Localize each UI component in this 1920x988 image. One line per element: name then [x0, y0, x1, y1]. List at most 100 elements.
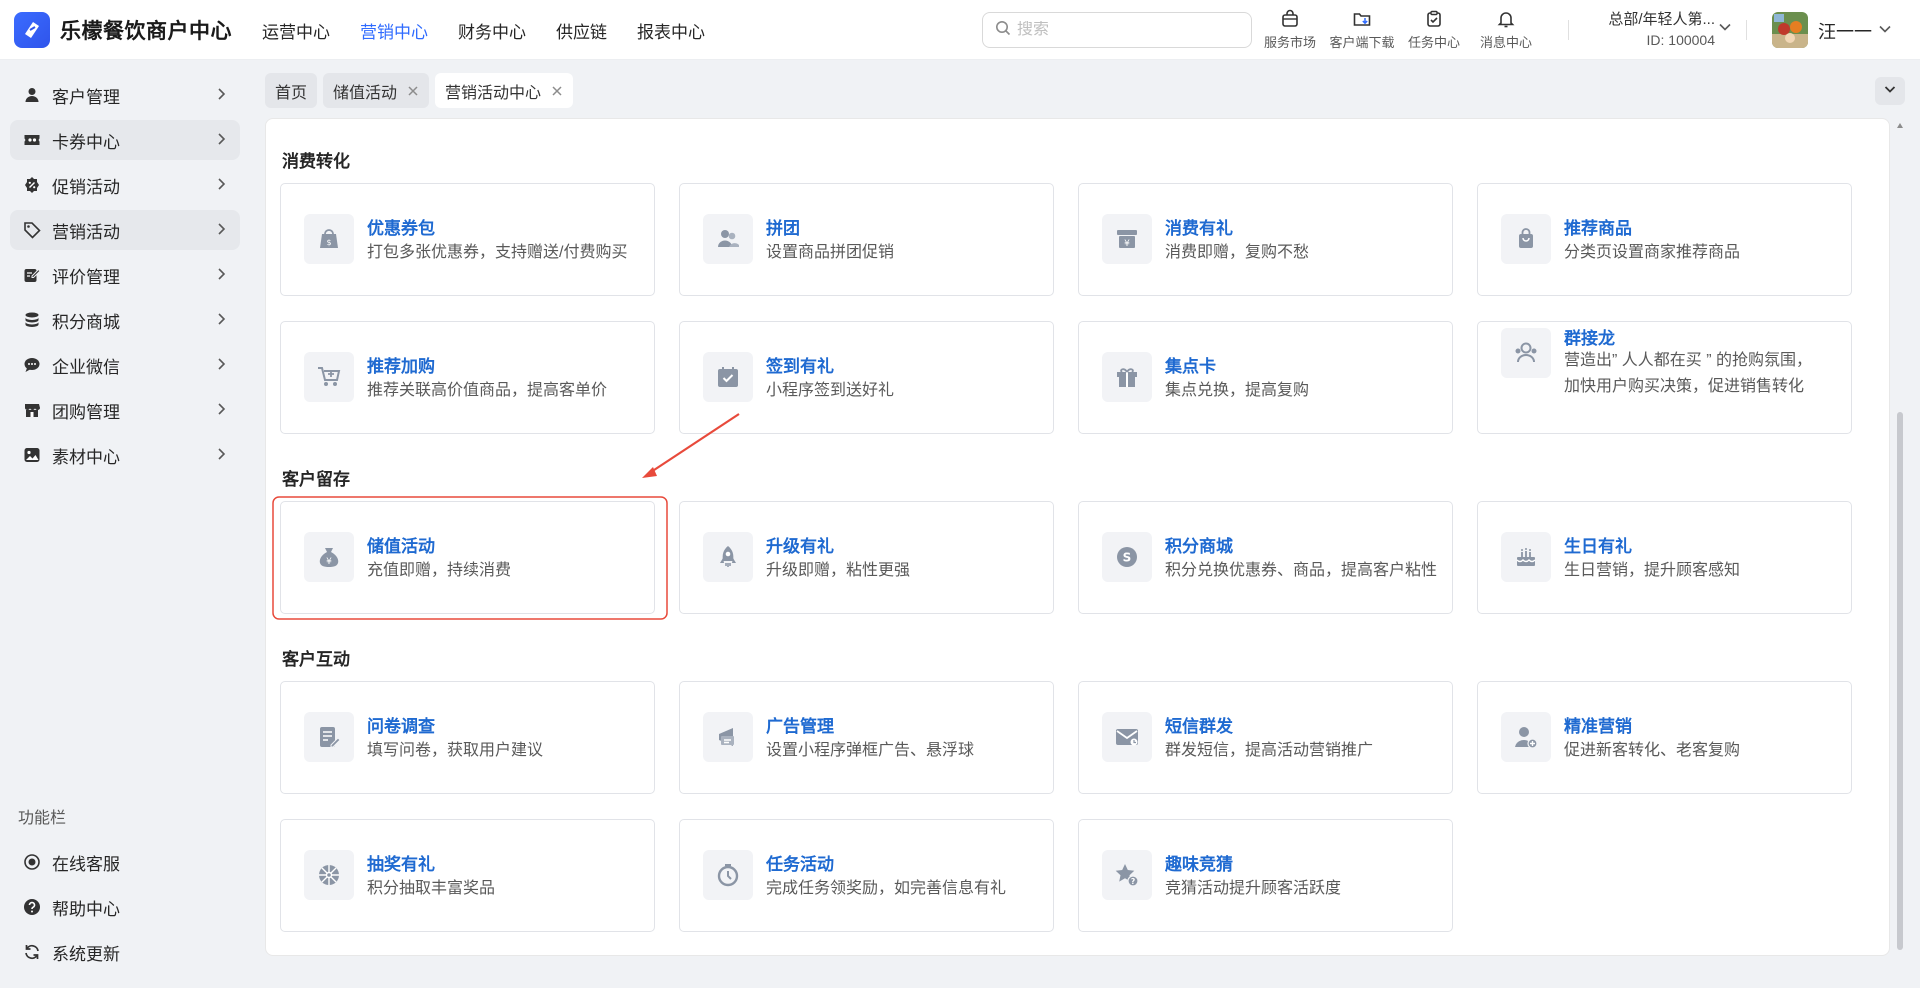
sidebar-item-label: 帮助中心 [52, 899, 120, 919]
chevron-right-icon [214, 447, 228, 466]
svg-text:?: ? [1131, 877, 1135, 886]
ticket-icon [22, 130, 42, 150]
card-title: 积分商城 [1165, 537, 1233, 556]
sidebar-item-label: 卡券中心 [52, 132, 120, 152]
sidebar-item-customer-management[interactable]: 客户管理 [10, 75, 240, 115]
card-group-buy[interactable]: 拼团 设置商品拼团促销 [679, 183, 1054, 296]
card-upgrade-gift[interactable]: 升级有礼 升级即赠，粘性更强 [679, 501, 1054, 614]
card-birthday-gift[interactable]: 生日有礼 生日营销，提升顾客感知 [1477, 501, 1852, 614]
gift-icon [1102, 352, 1152, 402]
tag-icon [22, 220, 42, 240]
main-panel: 消费转化 $ 优惠券包 打包多张优惠券，支持赠送/付费购买 拼团 设置商品拼团促… [265, 118, 1890, 956]
chevron-right-icon [214, 222, 228, 241]
message-center-button[interactable]: 消息中心 [1470, 6, 1542, 54]
card-title: 任务活动 [766, 855, 834, 874]
badge-percent-icon [22, 175, 42, 195]
account-id: ID: 100004 [1646, 32, 1716, 48]
sidebar-item-online-support[interactable]: 在线客服 [10, 842, 240, 882]
scrollbar-thumb[interactable] [1897, 412, 1903, 950]
tab-stored-value[interactable]: 储值活动 [323, 73, 430, 108]
calendar-check-icon [703, 352, 753, 402]
card-title: 集点卡 [1165, 357, 1216, 376]
sidebar-item-review-management[interactable]: 评价管理 [10, 255, 240, 295]
account-switcher[interactable]: 总部/年轻人第... ID: 100004 [1585, 8, 1715, 52]
card-title: 推荐商品 [1564, 219, 1632, 238]
card-points-mall[interactable]: S 积分商城 积分兑换优惠券、商品，提高客户粘性 [1078, 501, 1453, 614]
task-center-button[interactable]: 任务中心 [1398, 6, 1470, 54]
topnav-marketing[interactable]: 营销中心 [360, 18, 428, 43]
card-sms-broadcast[interactable]: 短信群发 群发短信，提高活动营销推广 [1078, 681, 1453, 794]
card-title: 签到有礼 [766, 357, 834, 376]
chat-bubble-icon [22, 355, 42, 375]
tab-label: 储值活动 [333, 84, 398, 102]
lottery-wheel-icon [304, 850, 354, 900]
chevron-down-icon[interactable] [1878, 22, 1892, 41]
svg-text:S: S [1123, 551, 1132, 565]
sidebar-item-group-buying[interactable]: 团购管理 [10, 390, 240, 430]
card-lottery[interactable]: 抽奖有礼 积分抽取丰富奖品 [280, 819, 655, 932]
sidebar-item-system-update[interactable]: 系统更新 [10, 932, 240, 972]
card-title: 生日有礼 [1564, 537, 1632, 556]
card-desc: 分类页设置商家推荐商品 [1564, 244, 1741, 261]
group-users-icon [703, 214, 753, 264]
tab-home[interactable]: 首页 [265, 73, 318, 108]
brand[interactable]: 乐檬餐饮商户中心 [14, 12, 232, 48]
section-title-customer-retention: 客户留存 [282, 470, 350, 489]
card-title: 抽奖有礼 [367, 855, 435, 874]
timer-icon [703, 850, 753, 900]
topnav-reports[interactable]: 报表中心 [637, 18, 705, 43]
card-desc: 填写问卷，获取用户建议 [367, 742, 544, 759]
search-input[interactable] [1017, 21, 1237, 39]
card-stamp-card[interactable]: 集点卡 集点兑换，提高复购 [1078, 321, 1453, 434]
sidebar-item-label: 团购管理 [52, 402, 120, 422]
card-title: 消费有礼 [1165, 219, 1233, 238]
card-ad-management[interactable]: 广告管理 设置小程序弹框广告、悬浮球 [679, 681, 1054, 794]
card-group-chain[interactable]: 群接龙 营造出” 人人都在买 ” 的抢购氛围， 加快用户购买决策，促进销售转化 [1477, 321, 1852, 434]
avatar[interactable] [1772, 12, 1808, 48]
service-market-button[interactable]: 服务市场 [1254, 6, 1326, 54]
close-icon[interactable] [407, 85, 419, 97]
sidebar-item-marketing-activities[interactable]: 营销活动 [10, 210, 240, 250]
card-title: 趣味竞猜 [1165, 855, 1233, 874]
topnav-supply-chain[interactable]: 供应链 [556, 18, 607, 43]
chevron-down-icon[interactable] [1718, 20, 1732, 39]
card-survey[interactable]: 问卷调查 填写问卷，获取用户建议 [280, 681, 655, 794]
card-title: 广告管理 [766, 717, 834, 736]
card-recommended-products[interactable]: 推荐商品 分类页设置商家推荐商品 [1477, 183, 1852, 296]
card-task-activity[interactable]: 任务活动 完成任务领奖励，如完善信息有礼 [679, 819, 1054, 932]
card-title: 推荐加购 [367, 357, 435, 376]
card-fun-quiz[interactable]: ? 趣味竞猜 竞猜活动提升顾客活跃度 [1078, 819, 1453, 932]
folder-download-icon [1352, 6, 1372, 32]
star-question-icon: ? [1102, 850, 1152, 900]
chevron-right-icon [214, 357, 228, 376]
topnav-operations[interactable]: 运营中心 [262, 18, 330, 43]
sidebar-item-points-mall[interactable]: 积分商城 [10, 300, 240, 340]
sidebar-item-promotions[interactable]: 促销活动 [10, 165, 240, 205]
bell-icon [1496, 6, 1516, 32]
user-name[interactable]: 汪一一 [1818, 18, 1872, 44]
card-precision-marketing[interactable]: 精准营销 促进新客转化、老客复购 [1477, 681, 1852, 794]
edit-review-icon [22, 265, 42, 285]
card-coupon-pack[interactable]: $ 优惠券包 打包多张优惠券，支持赠送/付费购买 [280, 183, 655, 296]
card-stored-value[interactable]: ¥ 储值活动 充值即赠，持续消费 [280, 501, 655, 614]
sidebar: 客户管理 卡券中心 促销活动 营销活动 评价管理 积分商城 企业微信 团购管理 [0, 60, 250, 988]
client-download-button[interactable]: 客户端下载 [1326, 6, 1398, 54]
sidebar-item-label: 评价管理 [52, 267, 120, 287]
shopping-bag-icon [1280, 6, 1300, 32]
card-upsell[interactable]: 推荐加购 推荐关联高价值商品，提高客单价 [280, 321, 655, 434]
sidebar-item-material-center[interactable]: 素材中心 [10, 435, 240, 475]
section-title-consumption-conversion: 消费转化 [282, 152, 350, 171]
topnav-finance[interactable]: 财务中心 [458, 18, 526, 43]
card-spend-gift[interactable]: ¥ 消费有礼 消费即赠，复购不愁 [1078, 183, 1453, 296]
tab-marketing-center[interactable]: 营销活动中心 [435, 73, 574, 108]
card-check-in-gift[interactable]: 签到有礼 小程序签到送好礼 [679, 321, 1054, 434]
survey-icon [304, 712, 354, 762]
chevron-right-icon [214, 87, 228, 106]
sidebar-item-wecom[interactable]: 企业微信 [10, 345, 240, 385]
tabs-dropdown-button[interactable] [1875, 77, 1905, 105]
svg-text:¥: ¥ [1124, 239, 1130, 249]
sidebar-item-help-center[interactable]: 帮助中心 [10, 887, 240, 927]
sidebar-item-coupon-center[interactable]: 卡券中心 [10, 120, 240, 160]
close-icon[interactable] [551, 85, 563, 97]
sidebar-item-label: 客户管理 [52, 87, 120, 107]
